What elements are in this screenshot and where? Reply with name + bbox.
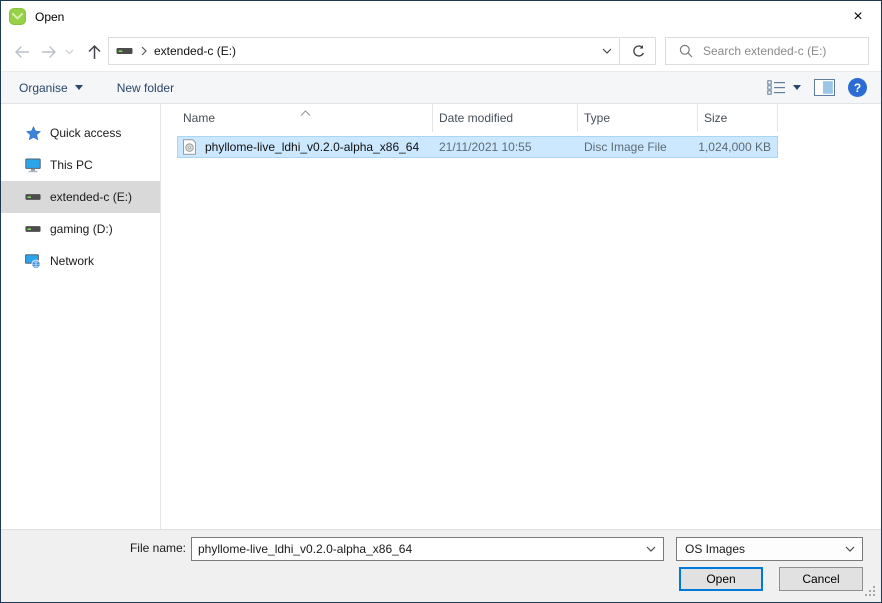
file-name-label: File name:	[101, 541, 186, 555]
sidebar-item-label: Quick access	[50, 126, 121, 140]
sidebar-item-this-pc[interactable]: This PC	[1, 149, 160, 181]
caret-down-icon	[793, 85, 801, 90]
open-button[interactable]: Open	[679, 567, 763, 591]
file-date-cell: 21/11/2021 10:55	[433, 140, 578, 154]
file-type-selected: OS Images	[677, 542, 838, 556]
preview-pane-icon	[814, 79, 835, 96]
sidebar-item-network[interactable]: Network	[1, 245, 160, 277]
app-icon-chevron	[12, 13, 23, 20]
details-view-icon	[767, 80, 786, 95]
address-bar[interactable]: extended-c (E:)	[108, 37, 656, 65]
star-icon	[25, 125, 41, 141]
organise-label: Organise	[19, 81, 68, 95]
disc-image-file-icon	[182, 139, 198, 155]
column-header-date-modified[interactable]: Date modified	[433, 104, 578, 132]
file-name-combobox[interactable]	[191, 537, 664, 561]
column-header-name[interactable]: Name	[177, 104, 433, 132]
back-arrow-icon	[12, 43, 31, 61]
forward-arrow-icon	[40, 43, 59, 61]
resize-grip[interactable]	[864, 585, 877, 598]
chevron-down-icon	[845, 546, 855, 552]
content-area: Quick access This PC	[1, 104, 881, 529]
back-button[interactable]	[11, 42, 31, 62]
file-name-input[interactable]	[192, 542, 639, 556]
file-name-text: phyllome-live_ldhi_v0.2.0-alpha_x86_64	[205, 140, 419, 154]
new-folder-button[interactable]: New folder	[107, 72, 184, 103]
dialog-footer: File name: OS Images Open Cancel	[1, 529, 881, 602]
search-input[interactable]	[703, 44, 868, 58]
recent-locations-button[interactable]	[63, 42, 75, 62]
app-icon	[9, 8, 26, 25]
refresh-button[interactable]	[619, 37, 656, 65]
column-header-type[interactable]: Type	[578, 104, 698, 132]
drive-icon	[25, 221, 41, 237]
file-list-panel: Name Date modified Type Size	[161, 104, 881, 529]
sidebar-item-label: Network	[50, 254, 94, 268]
preview-pane-button[interactable]	[814, 79, 835, 96]
column-header-row: Name Date modified Type Size	[161, 104, 881, 132]
title-bar: Open ×	[1, 1, 881, 32]
file-type-dropdown-button[interactable]	[838, 538, 862, 560]
monitor-icon	[25, 157, 41, 173]
sidebar-item-label: This PC	[50, 158, 93, 172]
chevron-down-icon	[646, 546, 656, 552]
chevron-down-icon	[602, 48, 612, 54]
view-mode-button[interactable]	[767, 80, 801, 95]
drive-icon	[116, 45, 133, 57]
sidebar-item-quick-access[interactable]: Quick access	[1, 117, 160, 149]
file-row-selected[interactable]: phyllome-live_ldhi_v0.2.0-alpha_x86_64 2…	[177, 136, 778, 158]
file-name-dropdown-button[interactable]	[639, 538, 663, 560]
refresh-icon	[631, 44, 646, 59]
column-header-size[interactable]: Size	[698, 104, 778, 132]
navigation-bar: extended-c (E:)	[1, 32, 881, 71]
sidebar-item-label: gaming (D:)	[50, 222, 113, 236]
sidebar-item-label: extended-c (E:)	[50, 190, 132, 204]
up-button[interactable]	[84, 42, 104, 62]
sidebar-item-gaming-d[interactable]: gaming (D:)	[1, 213, 160, 245]
drive-icon	[25, 189, 41, 205]
close-button[interactable]: ×	[835, 1, 881, 32]
address-dropdown-button[interactable]	[594, 38, 620, 64]
search-box[interactable]	[665, 37, 869, 65]
toolbar-right-group: ?	[767, 72, 867, 103]
breadcrumb-location[interactable]: extended-c (E:)	[154, 44, 236, 58]
breadcrumb-chevron-icon	[141, 46, 147, 56]
help-button[interactable]: ?	[848, 78, 867, 97]
cancel-button[interactable]: Cancel	[779, 567, 863, 591]
new-folder-label: New folder	[117, 81, 174, 95]
file-name-cell: phyllome-live_ldhi_v0.2.0-alpha_x86_64	[178, 139, 433, 155]
network-icon	[25, 253, 41, 269]
sidebar-item-extended-c[interactable]: extended-c (E:)	[1, 181, 160, 213]
chevron-down-icon	[65, 49, 74, 55]
file-type-combobox[interactable]: OS Images	[676, 537, 863, 561]
organise-button[interactable]: Organise	[9, 72, 93, 103]
window-title: Open	[35, 10, 64, 24]
search-icon	[679, 44, 693, 58]
forward-button[interactable]	[39, 42, 59, 62]
open-dialog-window: Open ×	[0, 0, 882, 603]
navigation-sidebar: Quick access This PC	[1, 104, 161, 529]
file-type-cell: Disc Image File	[578, 140, 698, 154]
up-arrow-icon	[86, 43, 103, 61]
file-size-cell: 1,024,000 KB	[698, 140, 771, 154]
command-toolbar: Organise New folder	[1, 71, 881, 104]
caret-down-icon	[75, 85, 83, 90]
